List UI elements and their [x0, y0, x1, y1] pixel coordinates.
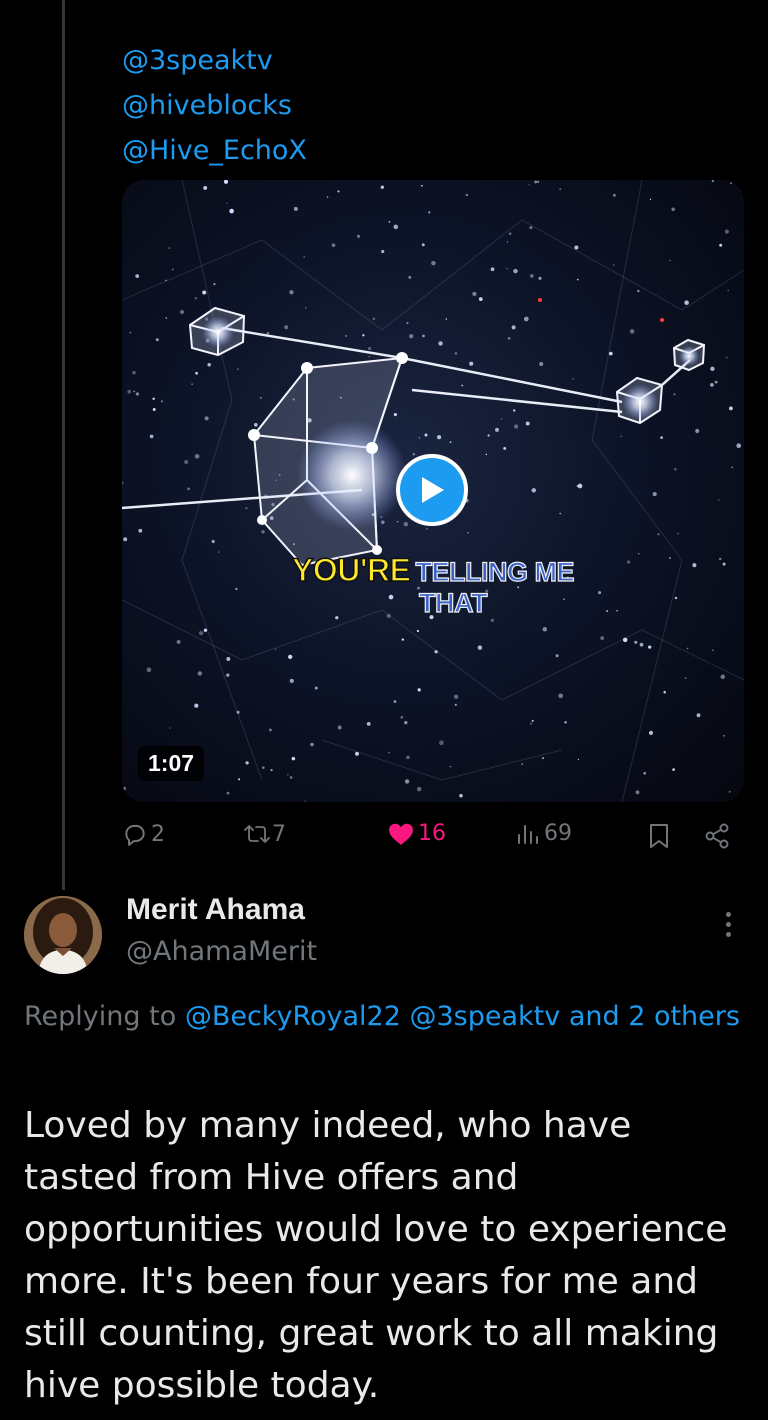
mention-list: @3speaktv @hiveblocks @Hive_EchoX	[122, 38, 307, 173]
replying-to-others-link[interactable]: and 2 others	[569, 1001, 740, 1032]
more-options-button[interactable]	[716, 912, 740, 944]
reply-text: Loved by many indeed, who have tasted fr…	[24, 1105, 728, 1406]
author-handle[interactable]: @AhamaMerit	[126, 936, 317, 967]
mention-3speaktv[interactable]: @3speaktv	[122, 38, 307, 83]
heart-icon	[389, 823, 413, 845]
mention-hive-echox[interactable]: @Hive_EchoX	[122, 128, 307, 173]
bookmark-icon	[650, 824, 668, 848]
more-dot-icon	[725, 932, 731, 937]
avatar[interactable]	[24, 896, 102, 974]
caption-word-youre: YOU'RE	[291, 551, 411, 589]
caption-words-telling-me: TELLING ME	[415, 556, 575, 587]
reply-icon	[125, 824, 145, 846]
author-name[interactable]: Merit Ahama	[126, 893, 305, 927]
replying-to-line: Replying to @BeckyRoyal22 @3speaktv and …	[24, 994, 744, 1039]
mention-hiveblocks[interactable]: @hiveblocks	[122, 83, 307, 128]
repost-button[interactable]: 7	[243, 821, 286, 847]
play-icon	[422, 477, 444, 503]
more-dot-icon	[725, 922, 731, 927]
repost-icon	[244, 825, 270, 843]
video-player[interactable]: YOU'RE TELLING ME THAT 1:07	[122, 180, 744, 802]
repost-count: 7	[272, 821, 286, 847]
like-count: 16	[418, 821, 446, 846]
bookmark-button[interactable]	[648, 823, 670, 849]
replying-to-users-link[interactable]: @BeckyRoyal22 @3speaktv	[185, 1001, 560, 1032]
video-caption: YOU'RE TELLING ME THAT	[122, 551, 744, 618]
reply-button[interactable]: 2	[122, 821, 165, 847]
caption-word-that: THAT	[418, 588, 488, 618]
video-duration: 1:07	[138, 746, 205, 781]
play-button[interactable]	[396, 454, 468, 526]
like-button[interactable]: 16	[388, 821, 446, 846]
replying-to-label: Replying to	[24, 1001, 177, 1032]
views-button[interactable]: 69	[516, 821, 572, 846]
share-button[interactable]	[703, 822, 731, 850]
avatar-image	[24, 896, 102, 974]
view-count: 69	[544, 821, 572, 846]
analytics-icon	[518, 824, 538, 844]
share-icon	[705, 823, 729, 849]
more-dot-icon	[725, 912, 731, 917]
thread-connector-line	[62, 0, 65, 890]
reply-count: 2	[151, 821, 165, 847]
tweet-action-bar: 2 7 16 69	[0, 818, 768, 858]
